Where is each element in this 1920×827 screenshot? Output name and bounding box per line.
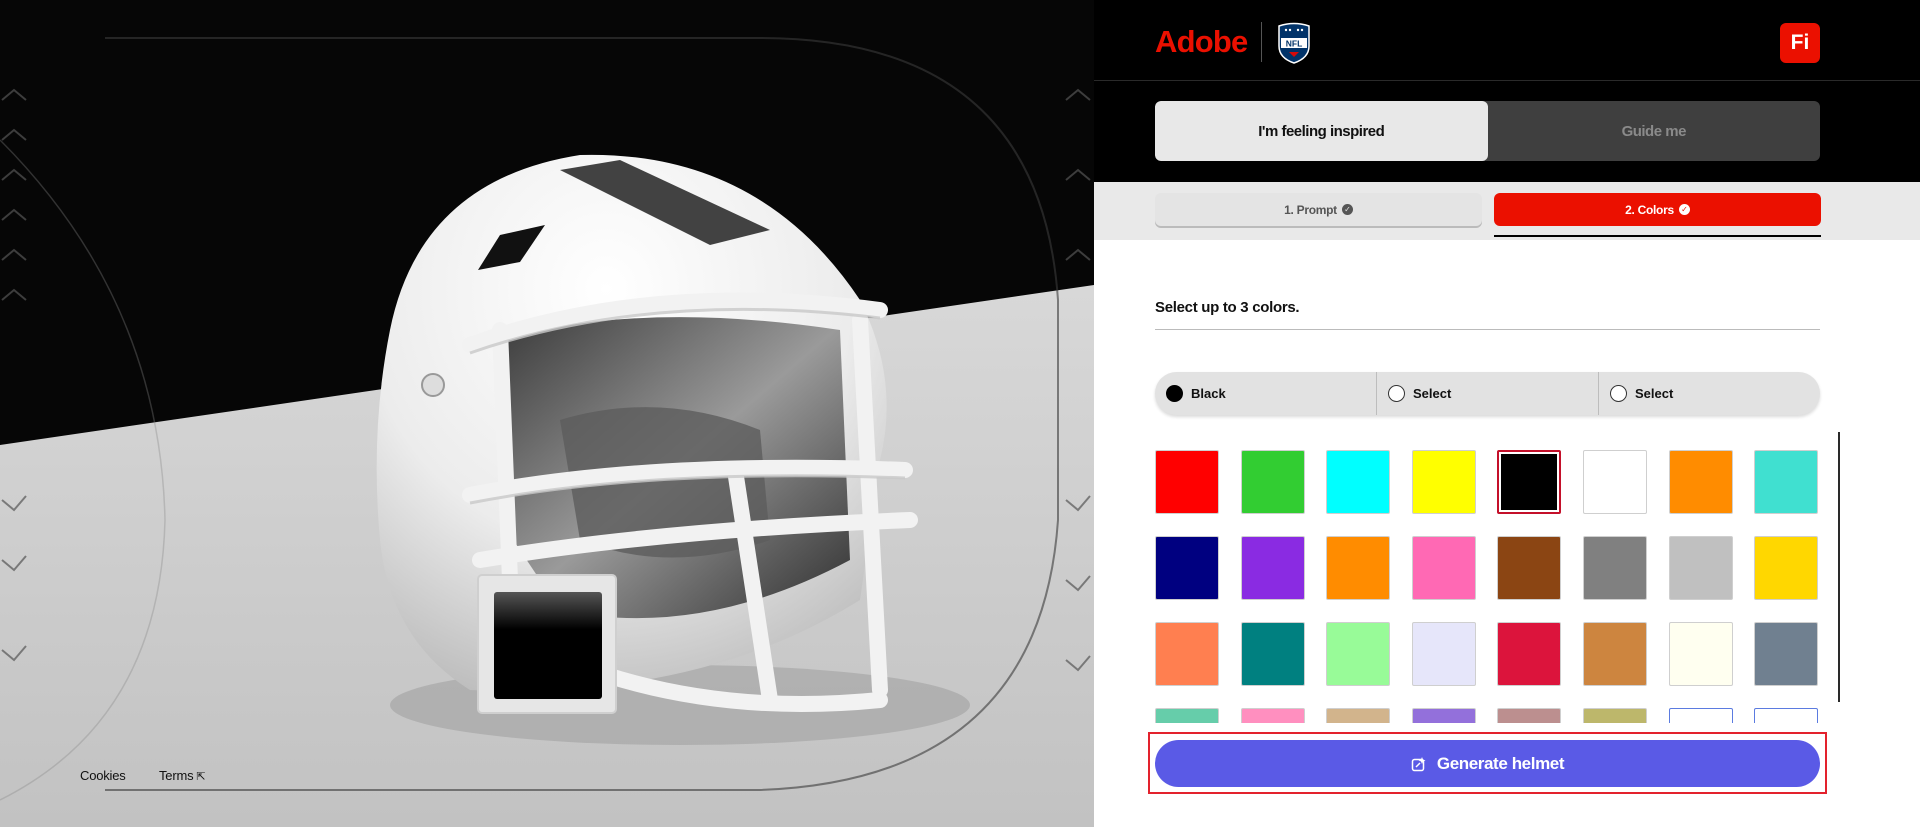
color-swatch-turquoise[interactable]	[1754, 450, 1819, 514]
color-swatch-hot-pink[interactable]	[1240, 708, 1305, 723]
color-slots: Black Select Select	[1155, 372, 1820, 415]
sparkle-edit-icon	[1411, 756, 1426, 771]
user-avatar-badge[interactable]: Fi	[1780, 23, 1820, 63]
tab-prompt-label: 1. Prompt	[1284, 202, 1337, 217]
color-swatch-medium-purple[interactable]	[1411, 708, 1476, 723]
nfl-shield-icon: NFL	[1278, 22, 1311, 64]
adobe-logo: Adobe	[1155, 24, 1248, 59]
check-circle-icon: ✓	[1678, 204, 1690, 215]
helmet-preview-stage[interactable]: Cookies Terms ⇱	[0, 0, 1094, 827]
color-slot-dot	[1610, 385, 1627, 402]
color-slot-2[interactable]: Select	[1377, 372, 1599, 415]
color-swatch-white[interactable]	[1582, 450, 1647, 514]
color-swatch-pale-green[interactable]	[1326, 622, 1391, 686]
generate-helmet-label: Generate helmet	[1436, 753, 1565, 773]
color-swatch-list[interactable]	[1155, 450, 1825, 723]
color-swatch-black[interactable]	[1497, 450, 1562, 514]
guide-me-button[interactable]: Guide me	[1488, 101, 1821, 161]
color-swatch-yellow[interactable]	[1411, 450, 1476, 514]
mode-toggle: I'm feeling inspired Guide me	[1155, 101, 1820, 161]
color-instruction: Select up to 3 colors.	[1155, 299, 1300, 316]
step-tabs: 1. Prompt ✓ 2. Colors ✓	[1094, 182, 1920, 240]
color-swatch-lavender[interactable]	[1411, 622, 1476, 686]
tab-colors[interactable]: 2. Colors ✓	[1494, 193, 1821, 226]
active-tab-indicator	[1494, 235, 1821, 237]
color-swatch-white-outline-2[interactable]	[1754, 708, 1819, 723]
color-swatch-grid	[1155, 450, 1825, 723]
panel-header: Adobe NFL Fi I'm feeling inspired Guide …	[1094, 0, 1920, 182]
nfl-wordmark: NFL	[1286, 39, 1303, 49]
color-slot-3[interactable]: Select	[1599, 372, 1820, 415]
color-swatch-dark-orange[interactable]	[1326, 536, 1391, 600]
color-swatch-cyan[interactable]	[1326, 450, 1391, 514]
brand-lockup: Adobe NFL	[1155, 22, 1312, 64]
color-swatch-purple[interactable]	[1240, 536, 1305, 600]
header-divider	[1094, 80, 1920, 81]
color-swatch-gray[interactable]	[1582, 536, 1647, 600]
color-swatch-rosy-brown[interactable]	[1497, 708, 1562, 723]
color-slot-1[interactable]: Black	[1155, 372, 1377, 415]
color-swatch-crimson[interactable]	[1497, 622, 1562, 686]
color-swatch-brown[interactable]	[1497, 536, 1562, 600]
color-swatch-navy[interactable]	[1155, 536, 1219, 600]
logo-divider	[1261, 22, 1263, 62]
color-swatch-tan[interactable]	[1326, 708, 1391, 723]
color-swatch-pink[interactable]	[1411, 536, 1476, 600]
cookies-link[interactable]: Cookies	[80, 768, 126, 783]
tab-colors-label: 2. Colors	[1625, 202, 1674, 217]
color-swatch-silver[interactable]	[1668, 536, 1733, 600]
color-swatch-ivory[interactable]	[1668, 622, 1733, 686]
color-swatch-red[interactable]	[1155, 450, 1219, 514]
selected-color-chip	[494, 592, 602, 699]
color-swatch-coral[interactable]	[1155, 622, 1219, 686]
color-swatch-aquamarine[interactable]	[1155, 708, 1219, 723]
color-swatch-khaki[interactable]	[1582, 708, 1647, 723]
color-swatch-orange[interactable]	[1668, 450, 1733, 514]
helmet-3d-render[interactable]	[0, 0, 1094, 827]
feeling-inspired-button[interactable]: I'm feeling inspired	[1155, 101, 1488, 161]
instruction-divider	[1155, 329, 1820, 330]
terms-link[interactable]: Terms ⇱	[159, 768, 206, 783]
color-swatch-white-outline[interactable]	[1668, 708, 1733, 723]
color-swatch-gold[interactable]	[1754, 536, 1819, 600]
color-slot-dot	[1166, 385, 1183, 402]
color-swatch-peru[interactable]	[1582, 622, 1647, 686]
color-slot-label: Select	[1413, 386, 1452, 401]
customizer-panel: Adobe NFL Fi I'm feeling inspired Guide …	[1094, 0, 1920, 827]
color-slot-label: Black	[1191, 386, 1226, 401]
color-slot-dot	[1388, 385, 1405, 402]
swatch-scrollbar[interactable]	[1838, 432, 1840, 702]
terms-label: Terms	[159, 768, 194, 783]
color-swatch-slate-gray[interactable]	[1754, 622, 1819, 686]
color-swatch-teal[interactable]	[1240, 622, 1305, 686]
tab-prompt[interactable]: 1. Prompt ✓	[1155, 193, 1482, 226]
generate-helmet-button[interactable]: Generate helmet	[1155, 740, 1820, 787]
external-link-icon: ⇱	[196, 771, 206, 783]
check-circle-icon: ✓	[1341, 204, 1353, 215]
color-slot-label: Select	[1635, 386, 1674, 401]
color-swatch-green[interactable]	[1240, 450, 1305, 514]
